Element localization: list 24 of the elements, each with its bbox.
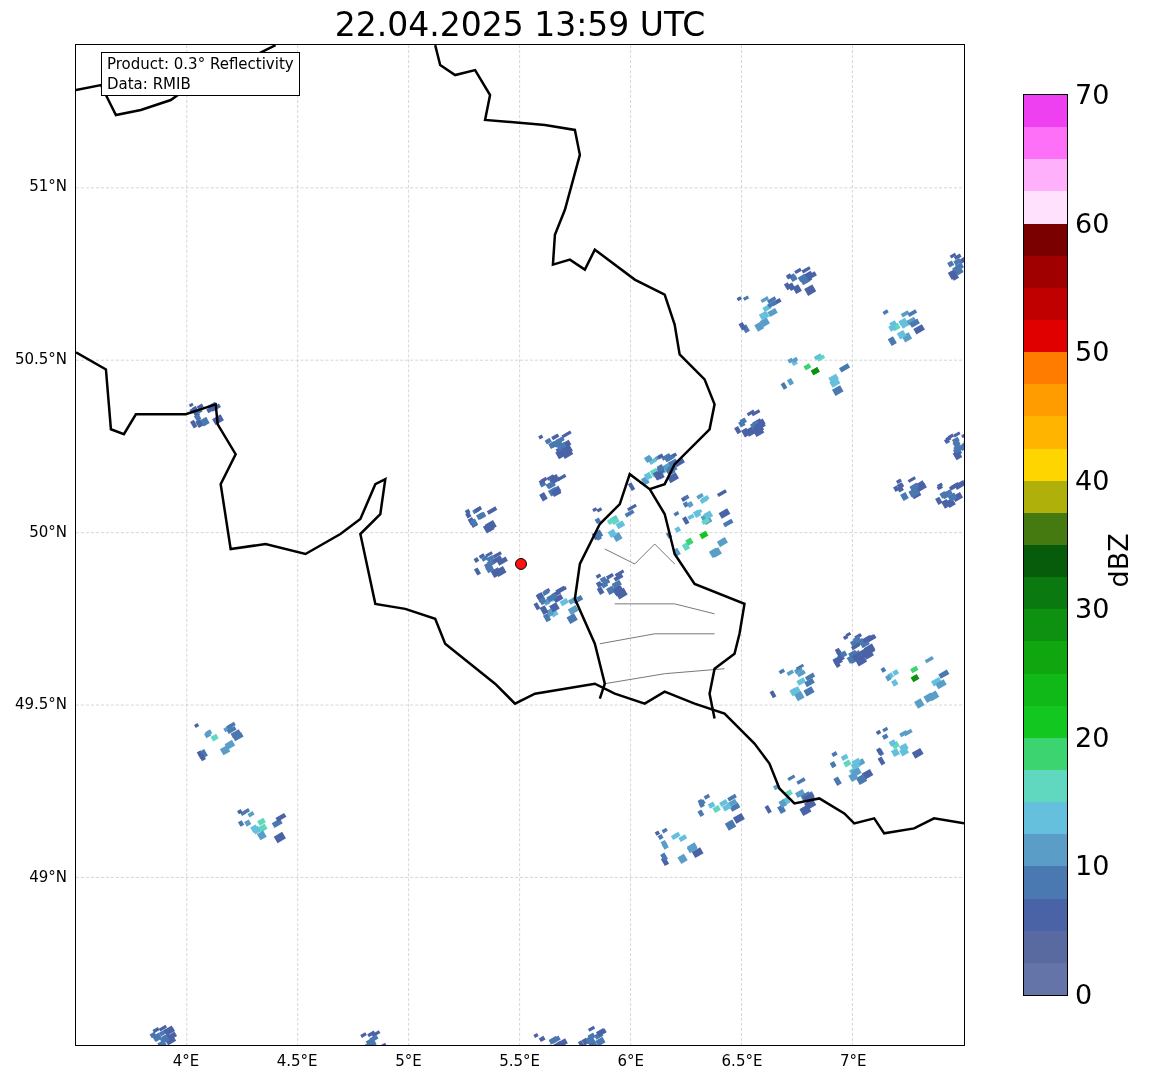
tick-label: 30 <box>1075 595 1110 623</box>
longitude-label: 4°E <box>172 1054 200 1069</box>
latitude-label: 50.5°N <box>14 351 67 367</box>
latitude-label: 50°N <box>29 524 67 540</box>
longitude-label: 5.5°E <box>499 1054 540 1069</box>
latitude-label: 51°N <box>29 179 67 194</box>
legend-text: Data: RMIB <box>107 74 192 94</box>
longitude-label: 4.5°E <box>276 1054 318 1069</box>
latitude-label: 49.5°N <box>14 697 67 713</box>
longitude-label: 7°E <box>839 1054 867 1069</box>
longitude-label: 5°E <box>395 1054 422 1069</box>
tick-label: 70 <box>1075 81 1110 108</box>
tick-label: 50 <box>1075 338 1110 366</box>
tick-label: 20 <box>1075 723 1110 751</box>
legend-text: Product: 0.3° Reflectivity <box>107 54 294 74</box>
longitude-label: 6.5°E <box>721 1054 763 1069</box>
chart-title: 22.04.2025 13:59 UTC <box>334 8 706 44</box>
longitude-label: 6°E <box>617 1054 645 1069</box>
tick-label: 0 <box>1075 981 1093 1008</box>
tick-label: 60 <box>1075 209 1110 237</box>
latitude-label: 49°N <box>29 870 67 886</box>
tick-label: 10 <box>1075 852 1110 880</box>
tick-label: 40 <box>1075 466 1110 494</box>
axis-label: dBZ <box>1104 533 1132 588</box>
